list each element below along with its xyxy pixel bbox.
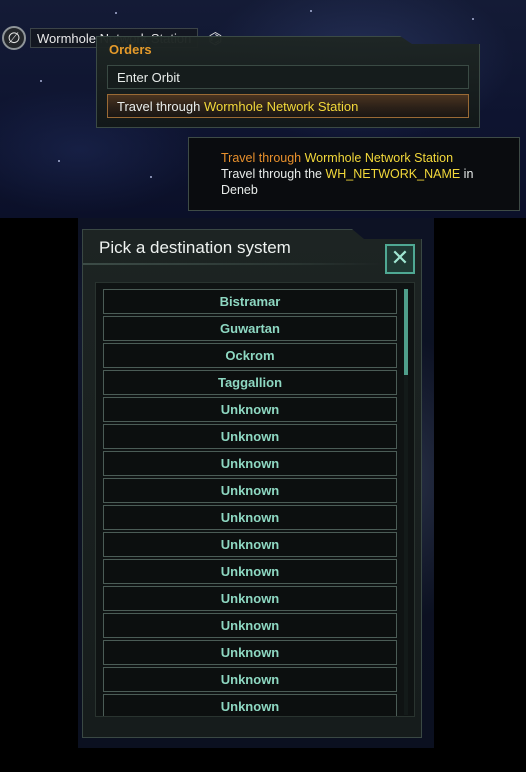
destination-row[interactable]: Unknown	[103, 694, 397, 716]
destination-list[interactable]: Bistramar Guwartan Ockrom Taggallion Unknown…	[95, 282, 415, 717]
destination-label: Taggallion	[217, 375, 283, 390]
travel-through-prefix: Travel through	[117, 98, 204, 114]
destination-row[interactable]: Unknown	[103, 667, 397, 692]
destination-label: Unknown	[220, 591, 280, 606]
tooltip-title: Travel through Wormhole Network Station	[221, 150, 519, 166]
destination-label: Unknown	[220, 510, 280, 525]
destination-label: Unknown	[220, 618, 280, 633]
destination-row[interactable]: Unknown	[103, 505, 397, 530]
travel-through-option[interactable]: Travel through Wormhole Network Station	[107, 94, 469, 118]
destination-label: Unknown	[220, 402, 280, 417]
destination-row[interactable]: Unknown	[103, 451, 397, 476]
destination-label: Unknown	[220, 672, 280, 687]
scrollbar-thumb[interactable]	[404, 289, 408, 375]
close-button[interactable]: ✕	[385, 244, 415, 274]
tooltip-body: Travel through the WH_NETWORK_NAME in	[221, 166, 519, 182]
tooltip-title-prefix: Travel through	[221, 151, 305, 165]
tooltip-body-highlight: WH_NETWORK_NAME	[325, 167, 461, 181]
destination-label: Unknown	[220, 456, 280, 471]
destination-row[interactable]: Bistramar	[103, 289, 397, 314]
tooltip-body-suffix: in	[460, 167, 474, 181]
destination-label: Ockrom	[225, 348, 275, 363]
destination-row[interactable]: Unknown	[103, 397, 397, 422]
destination-row[interactable]: Unknown	[103, 613, 397, 638]
close-icon: ✕	[390, 246, 410, 271]
destination-row[interactable]: Unknown	[103, 478, 397, 503]
tooltip-body-line2: Deneb	[221, 183, 258, 197]
destination-label: Guwartan	[220, 321, 280, 336]
destination-row[interactable]: Unknown	[103, 559, 397, 584]
picker-title: Pick a destination system	[99, 238, 291, 257]
destination-picker-dialog: Pick a destination system ✕ Bistramar Guw…	[82, 229, 422, 738]
star	[150, 176, 152, 178]
enter-orbit-label: Enter Orbit	[117, 69, 180, 85]
star	[310, 10, 312, 12]
destination-label: Unknown	[220, 645, 280, 660]
destination-row[interactable]: Unknown	[103, 586, 397, 611]
orders-title: Orders	[109, 42, 152, 57]
star	[472, 18, 474, 20]
destination-row[interactable]: Unknown	[103, 424, 397, 449]
tooltip-body-prefix: Travel through the	[221, 167, 326, 181]
destination-label: Unknown	[220, 483, 280, 498]
destination-row[interactable]: Ockrom	[103, 343, 397, 368]
travel-tooltip: Travel through Wormhole Network Station …	[188, 137, 520, 211]
orders-menu: Orders Enter Orbit Travel through Wormho…	[96, 36, 480, 128]
tooltip-title-highlight: Wormhole Network Station	[304, 151, 454, 165]
star	[58, 160, 60, 162]
travel-through-target: Wormhole Network Station	[203, 98, 359, 114]
destination-label: Bistramar	[219, 294, 281, 309]
enter-orbit-option[interactable]: Enter Orbit	[107, 65, 469, 89]
destination-row[interactable]: Unknown	[103, 640, 397, 665]
title-divider	[83, 263, 383, 265]
destination-label: Unknown	[220, 564, 280, 579]
star	[115, 12, 117, 14]
destination-row[interactable]: Taggallion	[103, 370, 397, 395]
destination-label: Unknown	[220, 699, 280, 714]
destination-label: Unknown	[220, 429, 280, 444]
destination-row[interactable]: Unknown	[103, 532, 397, 557]
empty-set-icon[interactable]: ∅	[2, 26, 26, 50]
destination-row[interactable]: Guwartan	[103, 316, 397, 341]
star	[40, 80, 42, 82]
destination-label: Unknown	[220, 537, 280, 552]
